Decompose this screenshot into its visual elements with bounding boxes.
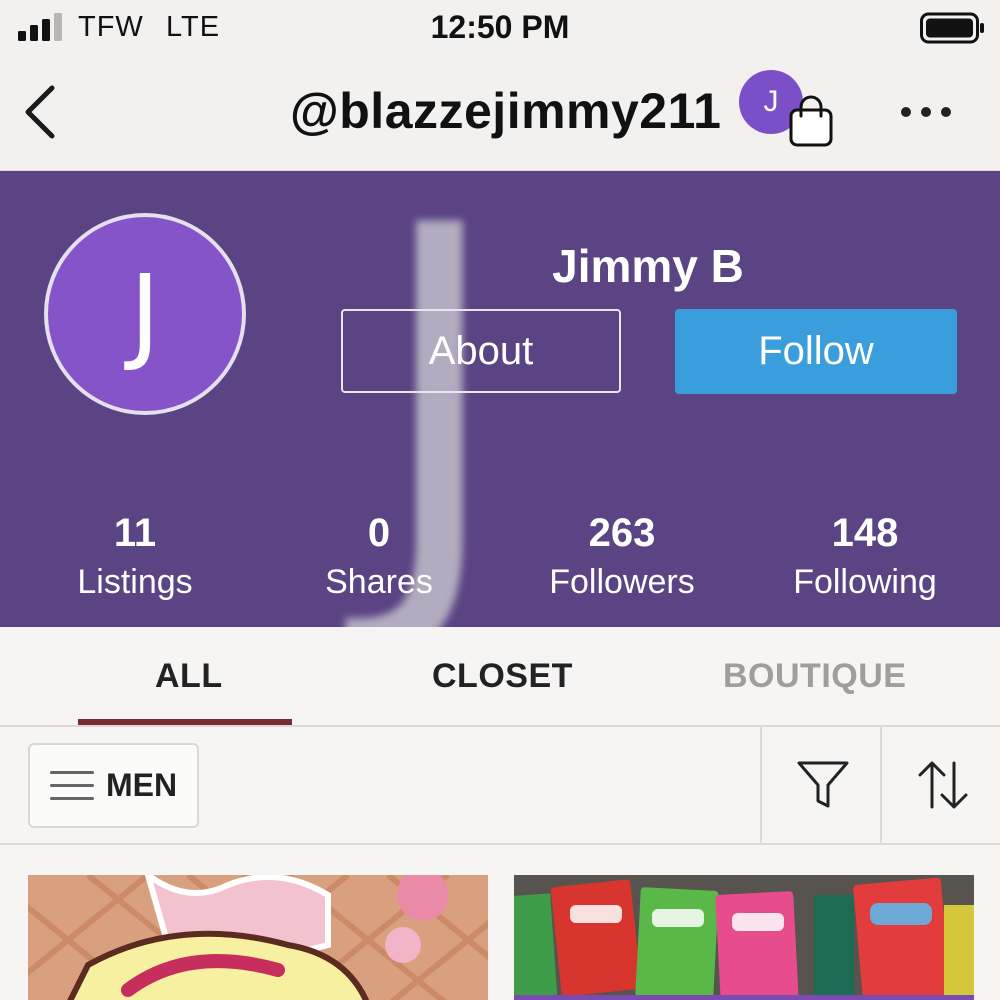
battery-icon xyxy=(920,12,984,44)
department-button[interactable]: MEN xyxy=(28,743,199,828)
display-name: Jimmy B xyxy=(552,240,744,292)
stat-label: Shares xyxy=(325,563,433,601)
stat-label: Followers xyxy=(549,563,695,601)
stat-value: 148 xyxy=(831,511,899,555)
profile-banner: J J Jimmy B About Follow 11 Listings 0 S… xyxy=(0,171,1000,627)
listing-grid xyxy=(0,845,1000,1000)
listing-card[interactable] xyxy=(514,875,974,1000)
status-time: 12:50 PM xyxy=(430,9,570,45)
stat-followers[interactable]: 263 Followers xyxy=(502,507,742,605)
status-bar: TFW LTE 12:50 PM xyxy=(0,0,1000,58)
hamburger-icon xyxy=(50,771,94,800)
listing-card[interactable] xyxy=(28,875,488,1000)
listing-image-ice-cream xyxy=(28,875,488,1000)
profile-header: @blazzejimmy211 J xyxy=(0,58,1000,171)
more-options-icon[interactable] xyxy=(896,92,956,132)
stat-label: Listings xyxy=(77,563,193,601)
stat-value: 11 xyxy=(113,511,157,555)
about-button[interactable]: About xyxy=(341,309,621,393)
filter-bar: MEN xyxy=(0,727,1000,845)
tab-closet[interactable]: CLOSET xyxy=(432,657,573,696)
department-label: MEN xyxy=(106,767,178,803)
stat-listings[interactable]: 11 Listings xyxy=(15,507,255,605)
back-button[interactable] xyxy=(18,80,66,144)
stat-following[interactable]: 148 Following xyxy=(745,507,985,605)
filter-button[interactable] xyxy=(760,727,880,845)
tab-all[interactable]: ALL xyxy=(155,657,223,696)
sort-button[interactable] xyxy=(880,727,1000,845)
stat-value: 0 xyxy=(367,511,391,555)
stat-shares[interactable]: 0 Shares xyxy=(259,507,499,605)
profile-avatar[interactable]: J xyxy=(44,213,246,415)
sort-icon xyxy=(918,761,968,809)
follow-button[interactable]: Follow xyxy=(675,309,957,394)
shopping-bag-icon[interactable] xyxy=(788,94,834,148)
username-title: @blazzejimmy211 xyxy=(290,83,722,139)
listing-image-candy xyxy=(514,875,974,1000)
closet-tabs: ALL CLOSET BOUTIQUE xyxy=(0,627,1000,727)
tab-boutique[interactable]: BOUTIQUE xyxy=(723,657,906,696)
active-tab-indicator xyxy=(78,719,292,725)
stat-label: Following xyxy=(793,563,937,601)
filter-icon xyxy=(797,761,849,808)
stat-value: 263 xyxy=(588,511,656,555)
